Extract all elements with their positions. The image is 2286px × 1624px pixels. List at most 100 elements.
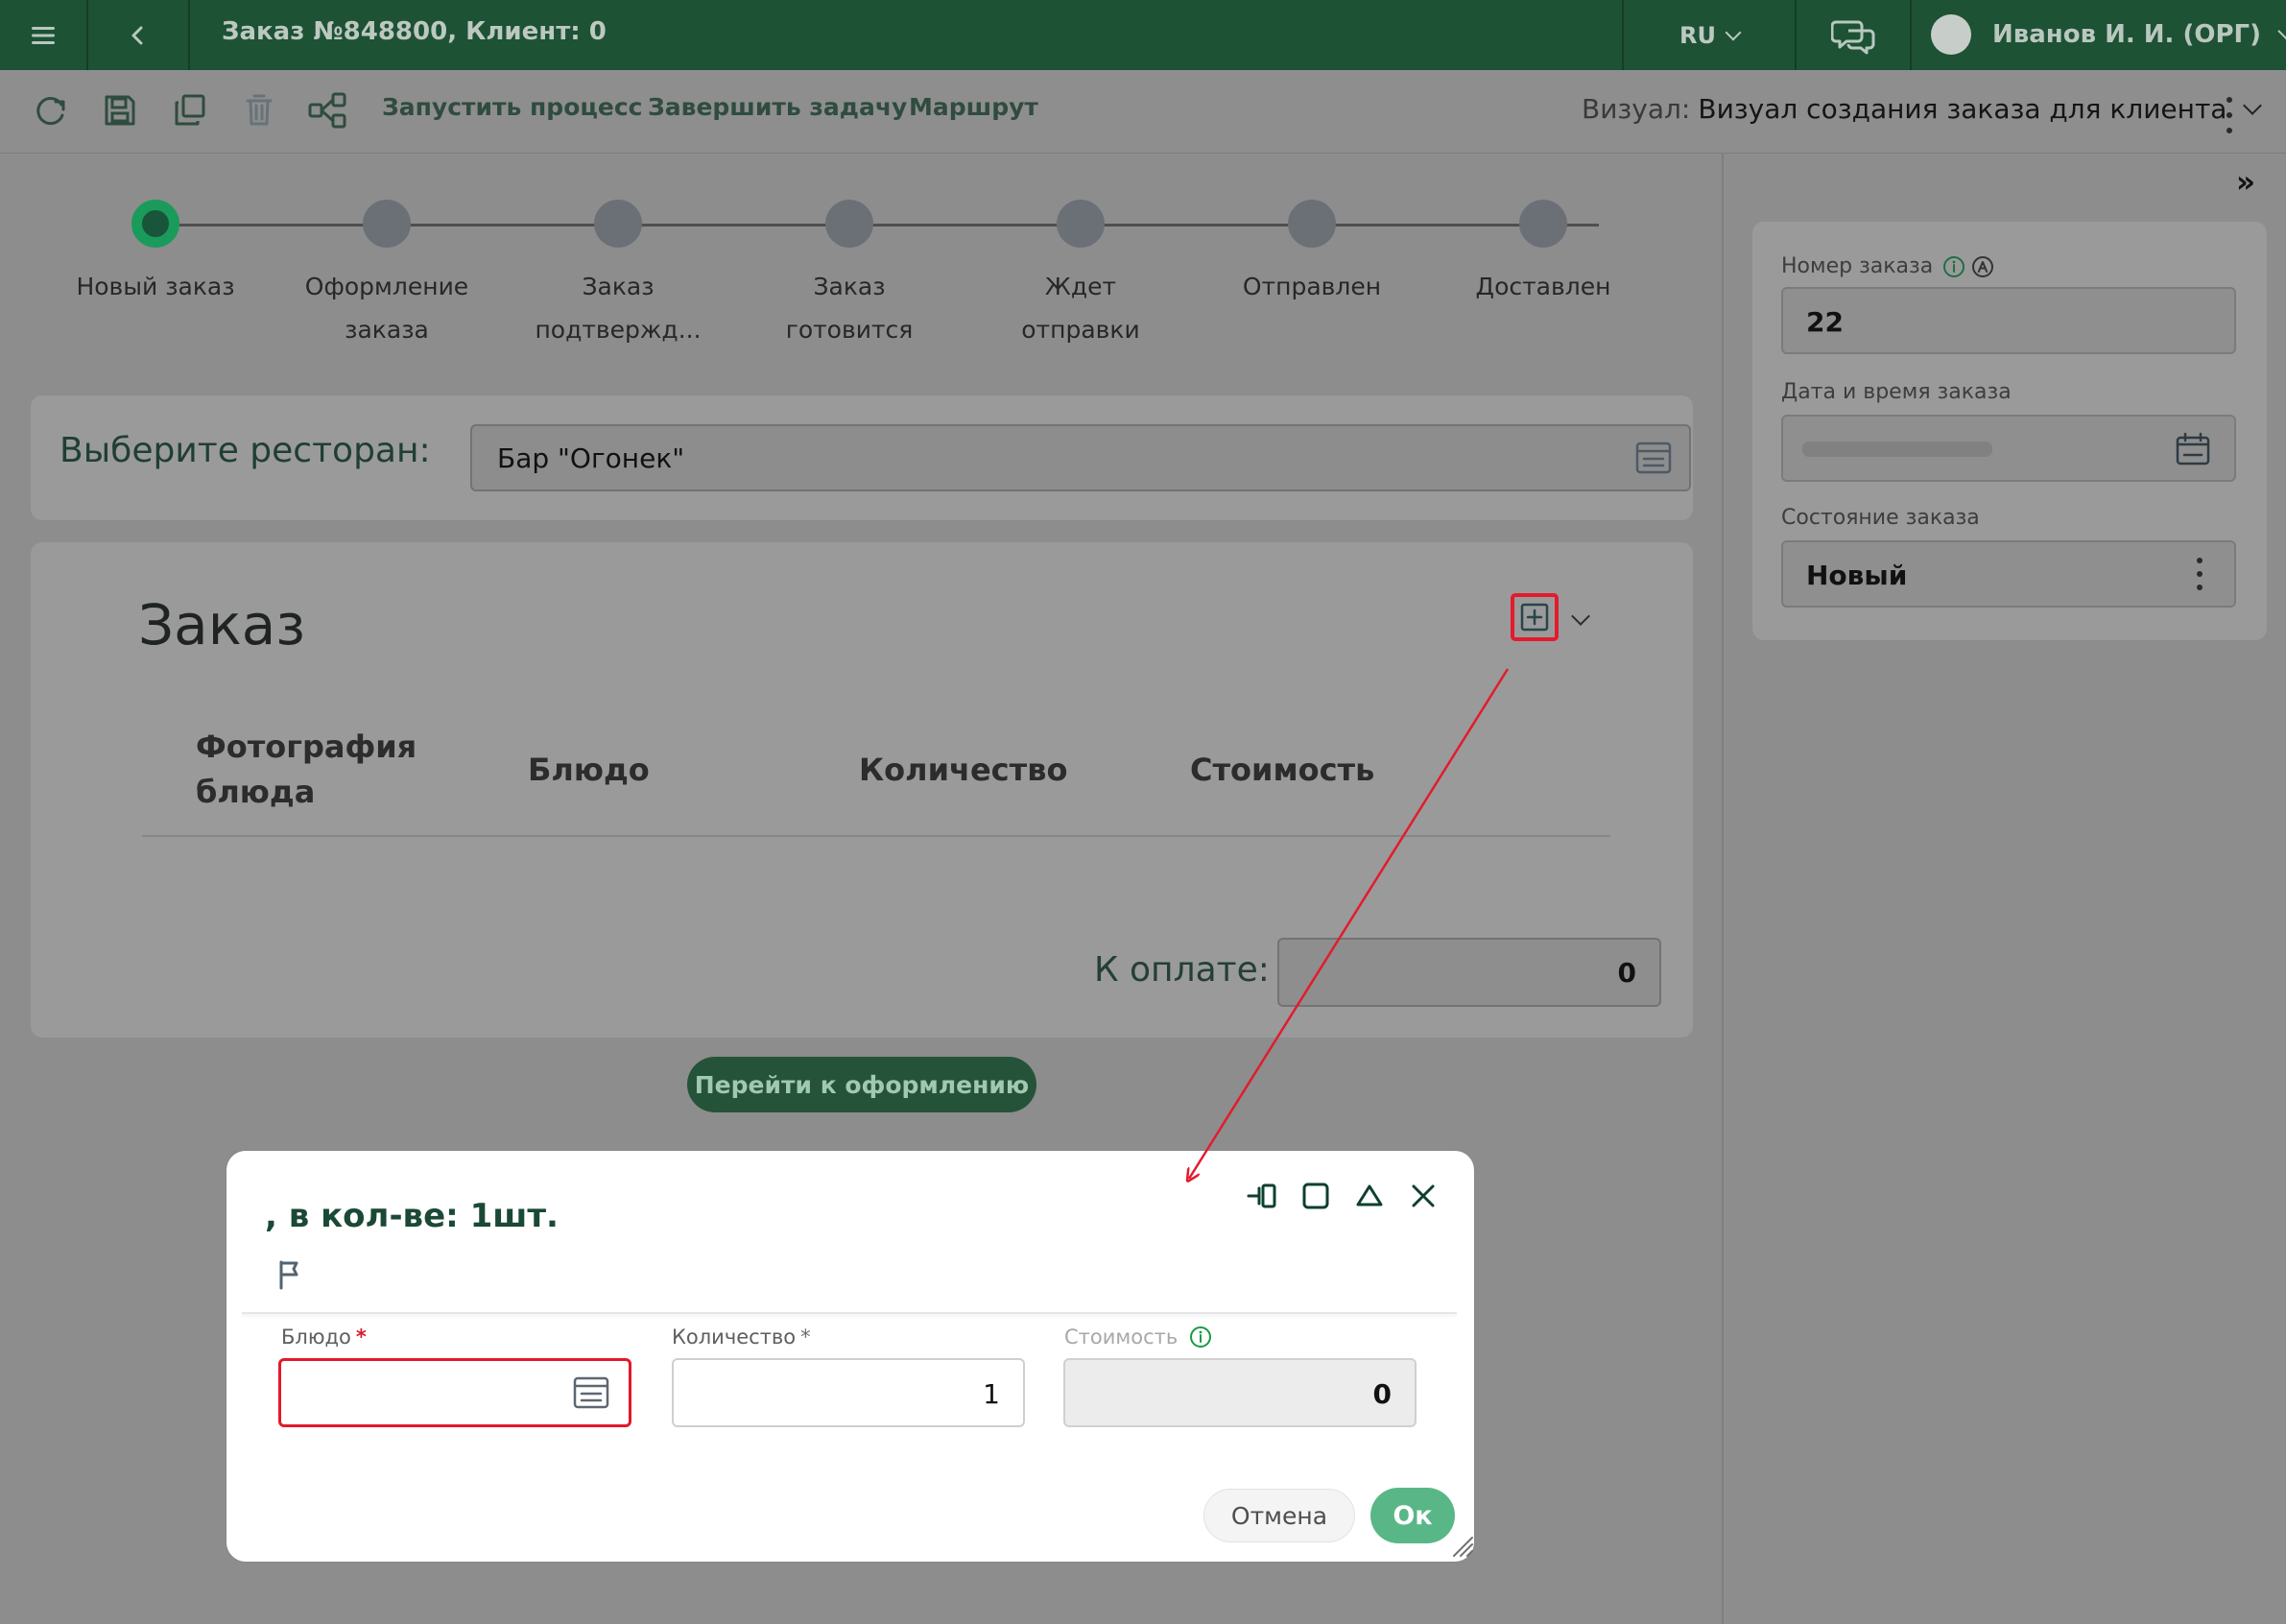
quantity-field[interactable]: 1 <box>672 1358 1025 1427</box>
chat-button[interactable] <box>1797 0 1912 70</box>
chevron-down-icon <box>1725 24 1742 40</box>
app-window: Заказ №848800, Клиент: 0 RU Иванов И. И.… <box>0 0 2286 1624</box>
back-button[interactable] <box>88 0 190 70</box>
close-button[interactable] <box>1407 1180 1440 1212</box>
refresh-icon <box>36 97 65 126</box>
step-sent[interactable]: Отправлен <box>1227 200 1396 308</box>
chevron-down-icon[interactable] <box>1571 607 1590 626</box>
order-number-label-text: Номер заказа <box>1781 254 1934 278</box>
list-picker-icon[interactable] <box>573 1376 609 1409</box>
step-delivered[interactable]: Доставлен <box>1459 200 1628 308</box>
cancel-button[interactable]: Отмена <box>1203 1489 1355 1542</box>
pay-value: 0 <box>1617 957 1636 989</box>
copy-button[interactable] <box>169 89 211 131</box>
info-icon <box>1943 255 1965 277</box>
chevron-down-icon <box>2277 21 2286 40</box>
chevron-left-icon <box>131 26 143 44</box>
language-selector[interactable]: RU <box>1622 0 1797 70</box>
start-process-link[interactable]: Запустить процесс <box>382 93 643 121</box>
more-vertical-icon[interactable] <box>2196 558 2203 592</box>
step-label: Заказ готовится <box>785 273 914 344</box>
share-nodes-icon <box>308 92 346 129</box>
visual-selector[interactable]: Визуал: Визуал создания заказа для клиен… <box>1582 93 2263 125</box>
order-status-value: Новый <box>1806 560 1908 591</box>
trash-icon <box>246 94 273 126</box>
order-card: Заказ Фотография блюда Блюдо Количество … <box>31 542 1693 1038</box>
column-photo: Фотография блюда <box>196 728 417 810</box>
step-dot <box>594 200 642 248</box>
more-vertical-icon[interactable] <box>2225 95 2234 135</box>
step-label: Новый заказ <box>76 273 235 300</box>
user-menu[interactable]: Иванов И. И. (ОРГ) <box>1931 12 2286 57</box>
pay-label: К оплате: <box>1094 950 1270 990</box>
order-info-card: Номер заказа 22 Дата и время заказа Сост… <box>1752 222 2267 640</box>
go-to-processing-button[interactable]: Перейти к оформлению <box>687 1057 1036 1112</box>
user-name: Иванов И. И. (ОРГ) <box>1992 20 2261 49</box>
info-icon <box>1190 1326 1212 1348</box>
order-datetime-field[interactable] <box>1781 415 2236 482</box>
order-status-label-text: Состояние заказа <box>1781 506 1980 530</box>
cost-field: 0 <box>1063 1358 1417 1427</box>
step-cooking[interactable]: Заказ готовится <box>765 200 934 351</box>
refresh-button[interactable] <box>29 89 71 131</box>
column-cost: Стоимость <box>1190 752 1375 788</box>
order-datetime-label: Дата и время заказа <box>1781 380 2012 404</box>
ok-button[interactable]: Ок <box>1370 1488 1455 1543</box>
order-number-field[interactable]: 22 <box>1781 287 2236 354</box>
copy-icon <box>175 94 205 126</box>
quantity-value: 1 <box>983 1378 1000 1410</box>
step-confirmed[interactable]: Заказ подтвержд... <box>534 200 702 351</box>
share-button[interactable] <box>307 89 349 131</box>
order-number-label: Номер заказа <box>1781 254 1994 278</box>
chat-icon <box>1831 20 1875 54</box>
restaurant-select[interactable]: Бар "Огонек" <box>470 424 1691 491</box>
visual-value: Визуал создания заказа для клиента <box>1698 93 2227 125</box>
pay-field: 0 <box>1277 938 1661 1007</box>
order-status-label: Состояние заказа <box>1781 506 1980 530</box>
route-link[interactable]: Маршрут <box>909 93 1038 121</box>
calendar-icon[interactable] <box>2175 432 2211 466</box>
order-table-header: Фотография блюда Блюдо Количество Стоимо… <box>142 725 1610 837</box>
add-row-button[interactable] <box>1511 593 1559 641</box>
dock-icon <box>1247 1183 1276 1208</box>
dish-field[interactable] <box>278 1358 631 1427</box>
dish-label-text: Блюдо <box>281 1325 351 1349</box>
menu-button[interactable] <box>0 0 88 70</box>
finish-task-link[interactable]: Завершить задачу <box>648 93 907 121</box>
step-label: Заказ подтвержд... <box>535 273 702 344</box>
dish-label: Блюдо * <box>281 1325 367 1349</box>
step-new-order[interactable]: Новый заказ <box>71 200 240 308</box>
restaurant-card: Выберите ресторан: Бар "Огонек" <box>31 395 1693 520</box>
square-icon <box>1302 1182 1329 1209</box>
add-dish-modal: , в кол-ве: 1шт. Блюдо * Количество * 1 … <box>226 1151 1474 1562</box>
order-status-field[interactable]: Новый <box>1781 540 2236 608</box>
step-dot <box>1057 200 1105 248</box>
maximize-button[interactable] <box>1299 1180 1332 1212</box>
collapse-panel-icon[interactable]: » <box>2236 165 2255 200</box>
delete-button[interactable] <box>238 89 280 131</box>
flag-icon[interactable] <box>276 1258 303 1291</box>
avatar <box>1931 14 1971 55</box>
collapse-button[interactable] <box>1353 1180 1386 1212</box>
cost-value: 0 <box>1372 1378 1392 1410</box>
step-active-dot <box>131 200 179 248</box>
step-label: Ждет отправки <box>1021 273 1140 344</box>
column-dish: Блюдо <box>528 752 650 788</box>
visual-label: Визуал: <box>1582 93 1691 125</box>
cost-label: Стоимость <box>1064 1325 1212 1349</box>
save-button[interactable] <box>99 89 141 131</box>
step-waiting[interactable]: Ждет отправки <box>996 200 1165 351</box>
auto-icon <box>1972 255 1994 277</box>
step-dot <box>1519 200 1567 248</box>
required-marker: * <box>800 1325 811 1349</box>
hamburger-icon <box>32 26 55 44</box>
restaurant-label: Выберите ресторан: <box>60 431 431 470</box>
resize-handle-icon[interactable] <box>1449 1533 1476 1560</box>
dock-button[interactable] <box>1246 1180 1278 1212</box>
save-icon <box>105 95 135 126</box>
step-processing[interactable]: Оформление заказа <box>302 200 471 351</box>
list-picker-icon[interactable] <box>1635 442 1672 474</box>
order-title: Заказ <box>138 592 306 657</box>
required-marker: * <box>355 1325 367 1349</box>
cost-label-text: Стоимость <box>1064 1325 1179 1349</box>
